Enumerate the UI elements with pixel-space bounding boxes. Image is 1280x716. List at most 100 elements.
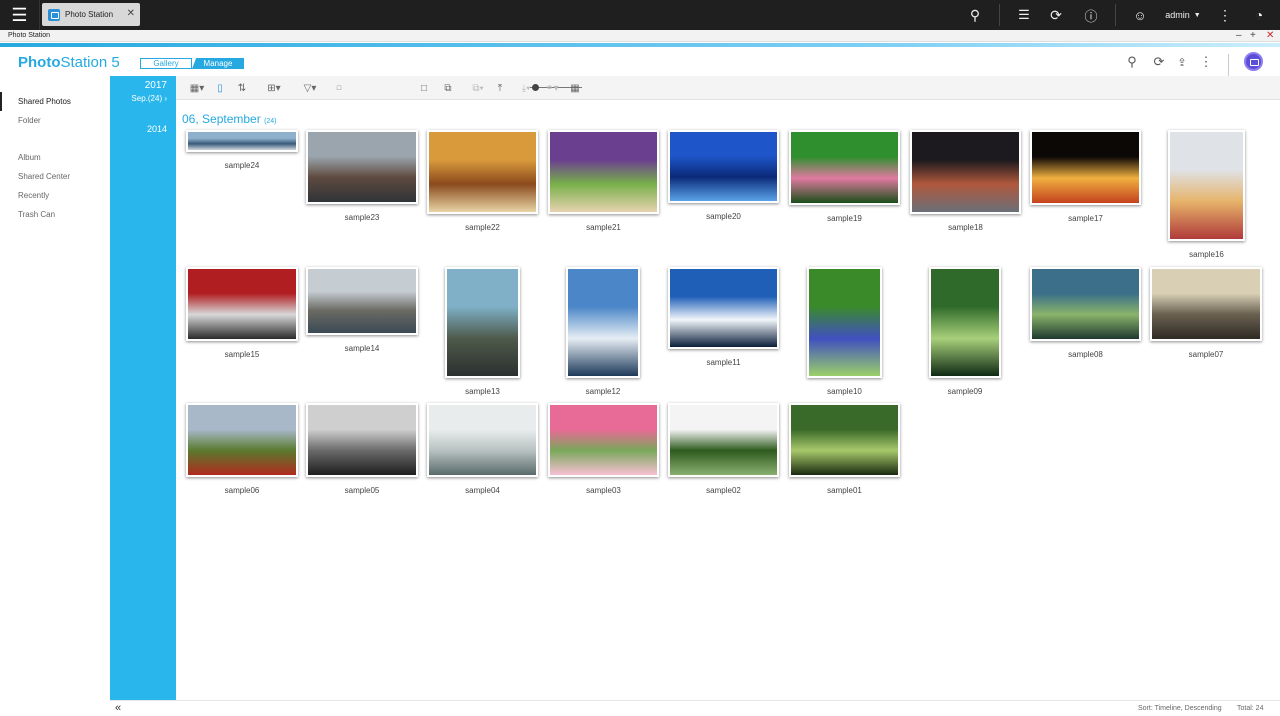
dashboard-icon[interactable]: ◔ bbox=[1249, 0, 1269, 30]
photo-image[interactable] bbox=[807, 267, 882, 378]
photo-caption: sample15 bbox=[224, 350, 260, 359]
photo-image[interactable] bbox=[186, 267, 298, 341]
copy-icon[interactable]: ⧉ bbox=[441, 81, 455, 95]
main-menu-icon[interactable]: ☰ bbox=[0, 0, 40, 30]
chevron-down-icon: ▼ bbox=[1193, 11, 1201, 19]
sidebar: Shared Photos Folder Album Shared Center… bbox=[0, 92, 110, 224]
photo-image[interactable] bbox=[548, 403, 659, 477]
photo-caption: sample07 bbox=[1188, 350, 1224, 359]
photo-image[interactable] bbox=[910, 130, 1021, 214]
photo-station-app-icon bbox=[48, 8, 60, 21]
upload-top-icon[interactable]: ⤒ bbox=[493, 81, 507, 95]
photo-image[interactable] bbox=[668, 267, 779, 349]
search-icon[interactable]: ⚲ bbox=[1124, 54, 1140, 70]
collapse-sidebar-icon[interactable]: « bbox=[115, 702, 121, 714]
sidebar-item-recently[interactable]: Recently bbox=[0, 186, 110, 205]
sidebar-item-shared-photos[interactable]: Shared Photos bbox=[0, 92, 110, 111]
photo-image[interactable] bbox=[668, 130, 779, 203]
photo-image[interactable] bbox=[1030, 267, 1141, 341]
timeline-year-2014[interactable]: 2014 bbox=[110, 124, 167, 134]
task-stack-icon[interactable]: ☰ bbox=[1015, 0, 1033, 30]
sidebar-item-trash-can[interactable]: Trash Can bbox=[0, 205, 110, 224]
app-tab-photo-station[interactable]: Photo Station ✕ bbox=[42, 3, 140, 26]
photo-image[interactable] bbox=[306, 267, 418, 335]
toolbar: ▦▾ ▯ ⇅ ⊞▾ ▽▾ □ □ ⧉ ⧉▾ ⤒ ⤓▾ ⚭▾ ▦ bbox=[176, 76, 1280, 100]
timeline-panel: 2017 Sep.(24) › 2014 bbox=[110, 76, 176, 700]
sidebar-item-folder[interactable]: Folder bbox=[0, 111, 110, 130]
photo-image[interactable] bbox=[445, 267, 520, 378]
photo-image[interactable] bbox=[306, 403, 418, 477]
photo-image[interactable] bbox=[427, 130, 538, 214]
photo-image[interactable] bbox=[1168, 130, 1245, 241]
total-count: Total: 24 bbox=[1237, 705, 1264, 712]
sort-icon[interactable]: ⇅ bbox=[235, 81, 249, 95]
search-icon[interactable]: ⚲ bbox=[966, 0, 984, 30]
username: admin bbox=[1165, 10, 1190, 20]
photo-image[interactable] bbox=[789, 403, 900, 477]
maximize-icon[interactable]: + bbox=[1250, 30, 1256, 42]
refresh-icon[interactable]: ⟳ bbox=[1151, 54, 1167, 70]
timeline-month-september[interactable]: Sep.(24) › bbox=[110, 94, 167, 103]
share-icon[interactable]: ⚭▾ bbox=[542, 81, 562, 95]
filter-icon[interactable]: ▽▾ bbox=[300, 81, 320, 95]
status-bar: « Sort: Timeline, Descending Total: 24 bbox=[110, 700, 1280, 716]
photo-caption: sample01 bbox=[827, 486, 862, 495]
upload-icon[interactable]: ⇪ bbox=[1174, 54, 1190, 70]
more-options-icon[interactable]: ⋮ bbox=[1216, 0, 1234, 30]
close-tab-icon[interactable]: ✕ bbox=[127, 8, 135, 19]
download-icon[interactable]: ⤓▾ bbox=[516, 81, 536, 95]
sidebar-item-shared-center[interactable]: Shared Center bbox=[0, 167, 110, 186]
media-server-icon[interactable] bbox=[1244, 52, 1263, 71]
photo-image[interactable] bbox=[186, 130, 298, 152]
photo-image[interactable] bbox=[929, 267, 1001, 378]
sort-status: Sort: Timeline, Descending bbox=[1138, 705, 1222, 712]
accent-bar bbox=[0, 43, 1280, 47]
photo-caption: sample11 bbox=[706, 358, 741, 367]
photo-image[interactable] bbox=[1150, 267, 1262, 341]
close-window-icon[interactable]: ✕ bbox=[1266, 30, 1274, 42]
small-thumbnail-icon[interactable]: □ bbox=[334, 81, 344, 95]
photo-caption: sample18 bbox=[948, 223, 983, 232]
sync-icon[interactable]: ⟳ bbox=[1047, 0, 1065, 30]
user-menu[interactable]: admin ▼ bbox=[1160, 0, 1206, 30]
timeline-year-2017[interactable]: 2017 bbox=[110, 80, 167, 91]
window-title: Photo Station bbox=[8, 32, 51, 39]
gallery-mode-button[interactable]: Gallery bbox=[140, 58, 192, 69]
photo-caption: sample09 bbox=[947, 387, 983, 396]
photo-caption: sample10 bbox=[827, 387, 862, 396]
photo-image[interactable] bbox=[1030, 130, 1141, 205]
view-mode-switch: Gallery Manage bbox=[140, 58, 244, 69]
add-to-icon[interactable]: ⊞▾ bbox=[263, 81, 285, 95]
photo-image[interactable] bbox=[306, 130, 418, 204]
display-mode-icon[interactable]: ▦▾ bbox=[188, 81, 206, 95]
move-icon[interactable]: ⧉▾ bbox=[468, 81, 488, 95]
large-thumbnail-icon[interactable]: □ bbox=[418, 81, 430, 95]
photo-caption: sample22 bbox=[465, 223, 500, 232]
divider bbox=[999, 4, 1000, 26]
photo-caption: sample08 bbox=[1068, 350, 1103, 359]
manage-mode-button[interactable]: Manage bbox=[192, 58, 244, 69]
photo-image[interactable] bbox=[186, 403, 298, 477]
more-options-icon[interactable]: ⋮ bbox=[1198, 54, 1214, 70]
app-tab-title: Photo Station bbox=[65, 10, 114, 19]
photo-caption: sample06 bbox=[224, 486, 260, 495]
minimize-icon[interactable]: – bbox=[1236, 30, 1242, 42]
user-icon[interactable]: ☺ bbox=[1131, 0, 1149, 30]
photo-caption: sample14 bbox=[344, 344, 380, 353]
photo-caption: sample12 bbox=[585, 387, 621, 396]
info-icon[interactable]: ⓘ bbox=[1082, 0, 1100, 30]
photo-caption: sample24 bbox=[224, 161, 260, 170]
photo-image[interactable] bbox=[548, 130, 659, 214]
divider bbox=[1228, 54, 1229, 76]
photo-caption: sample20 bbox=[706, 212, 741, 221]
sidebar-item-album[interactable]: Album bbox=[0, 148, 110, 167]
photo-caption: sample03 bbox=[586, 486, 621, 495]
photo-image[interactable] bbox=[789, 130, 900, 205]
photo-caption: sample23 bbox=[344, 213, 380, 222]
photo-image[interactable] bbox=[427, 403, 538, 477]
grid-select-icon[interactable]: ▦ bbox=[568, 81, 582, 95]
window-titlebar: Photo Station – + ✕ bbox=[0, 30, 1280, 42]
photo-image[interactable] bbox=[668, 403, 779, 477]
info-panel-icon[interactable]: ▯ bbox=[214, 81, 226, 95]
photo-image[interactable] bbox=[566, 267, 640, 378]
